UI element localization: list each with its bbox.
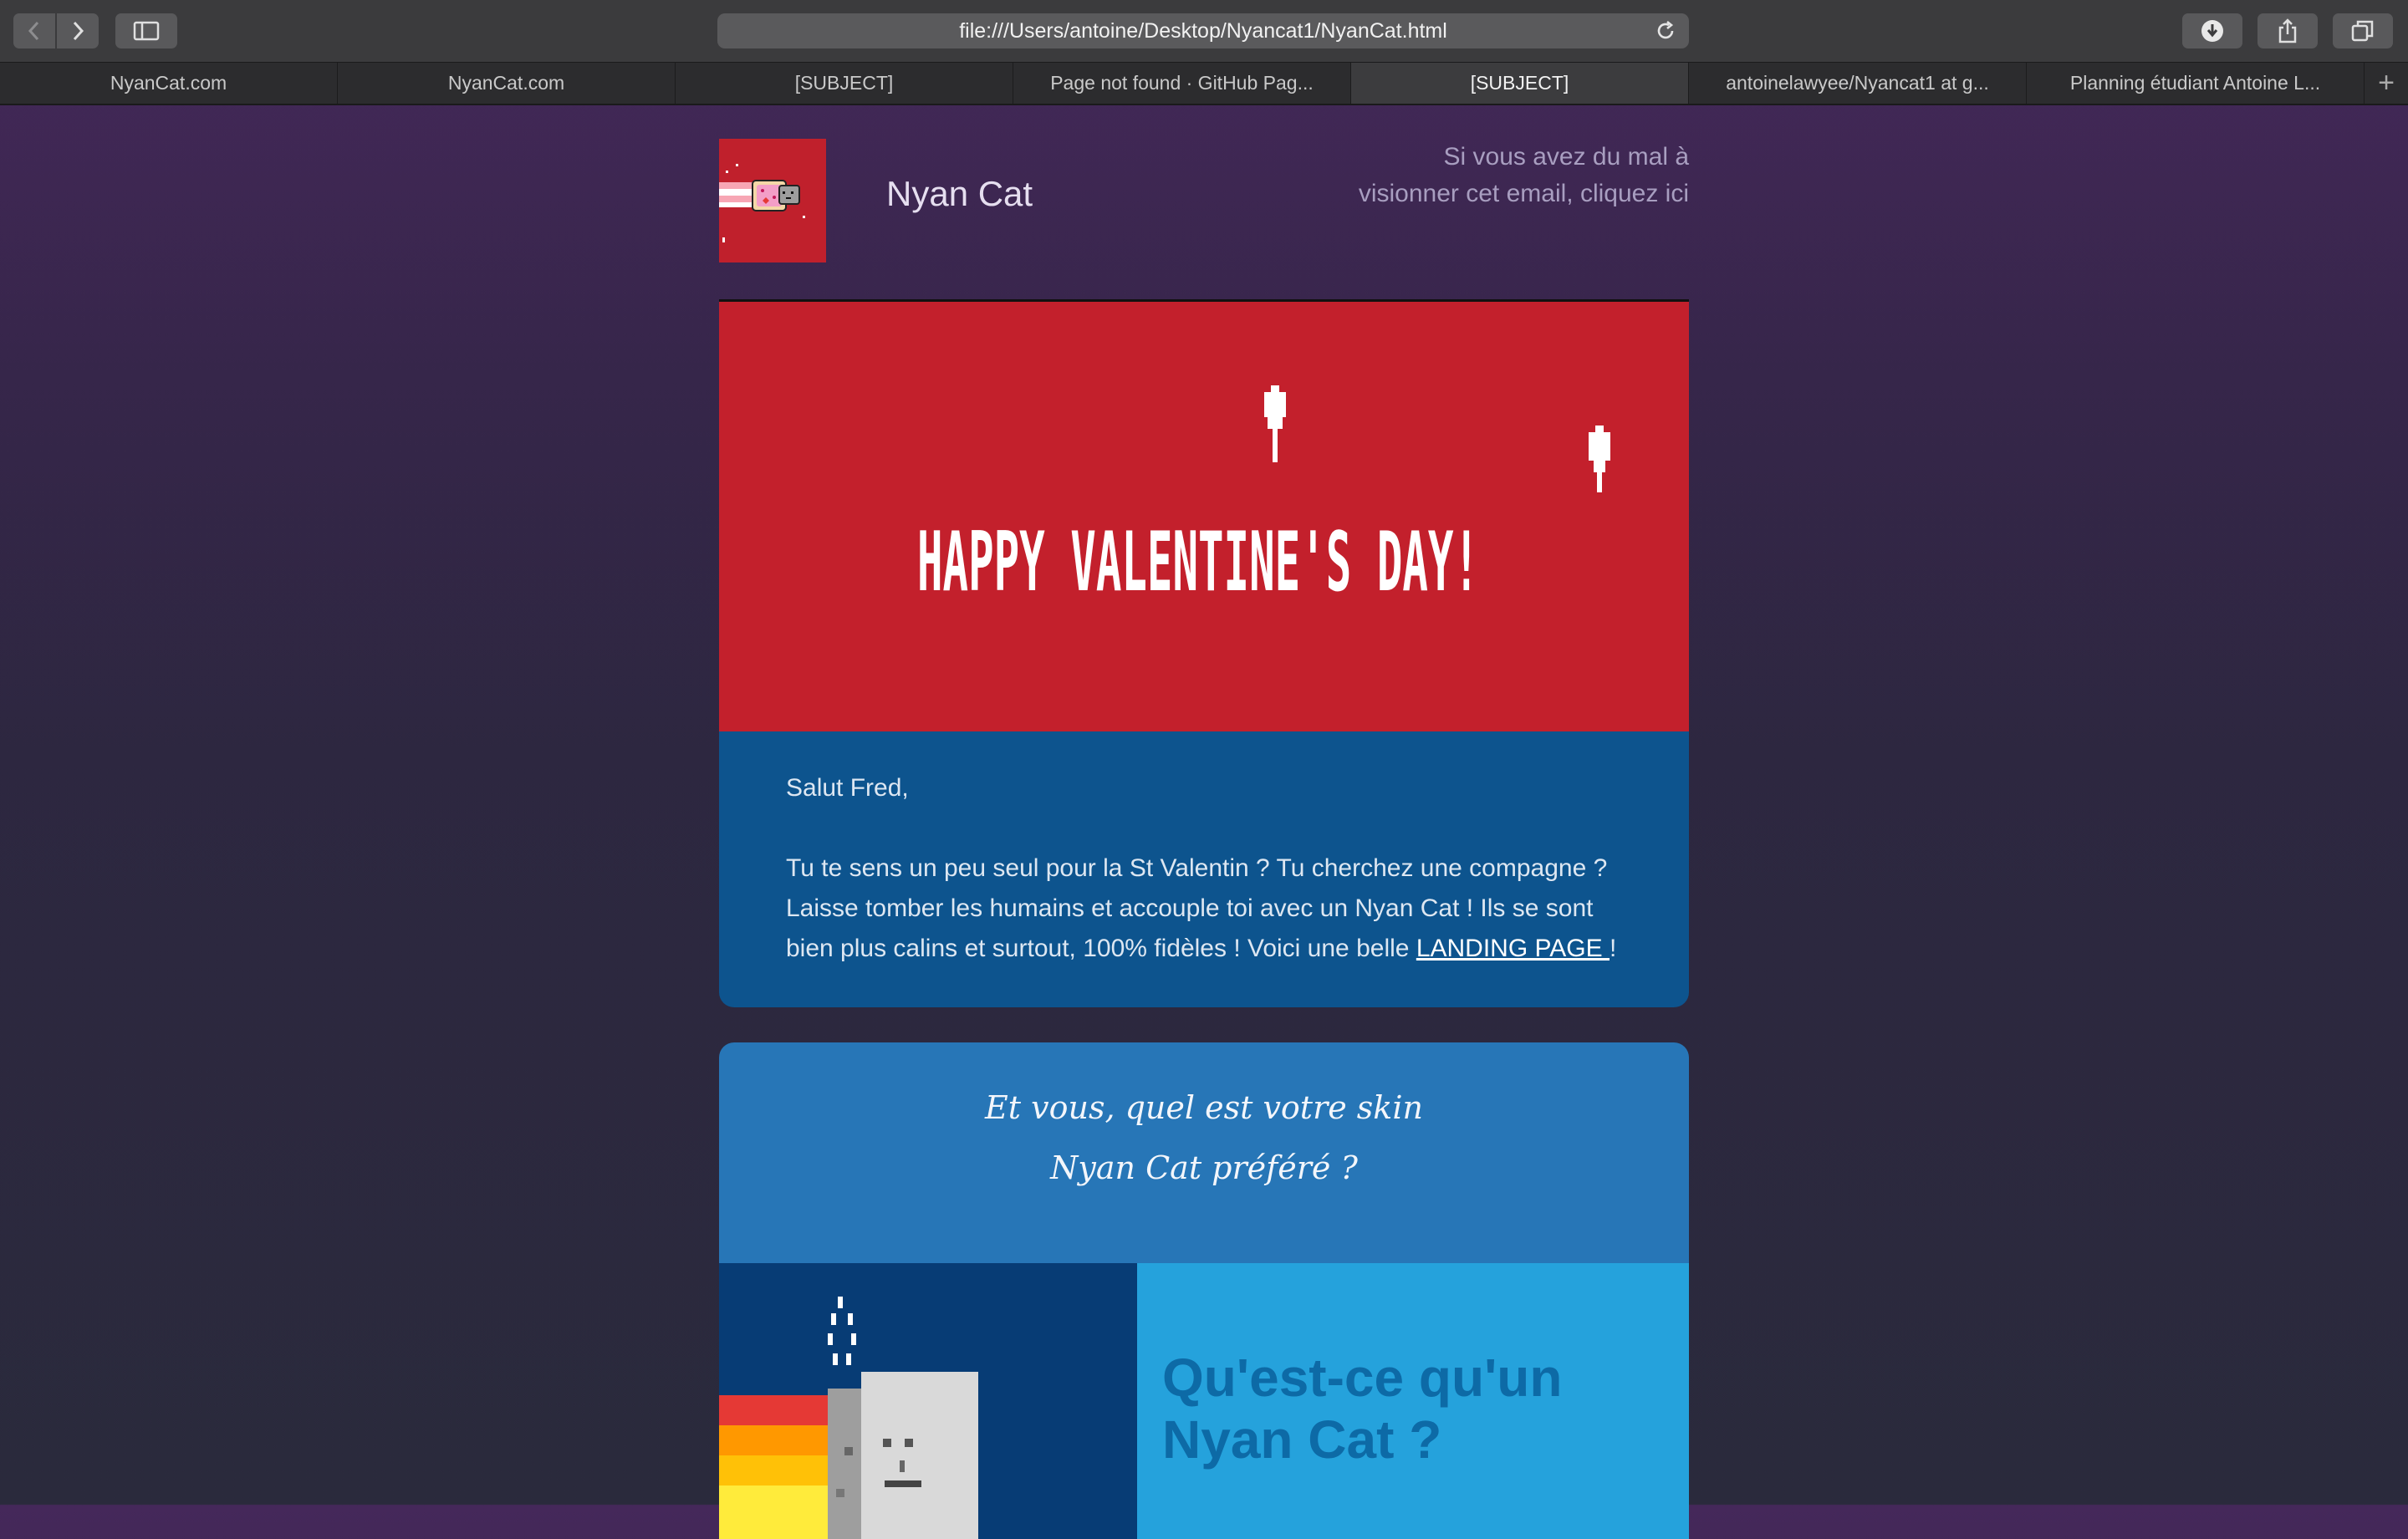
tab-label: NyanCat.com — [447, 72, 565, 94]
valentine-banner-image: HAPPY VALENTINE'S DAY! — [917, 385, 1610, 609]
browser-toolbar: file:///Users/antoine/Desktop/Nyancat1/N… — [0, 0, 2408, 62]
tab[interactable]: antoinelawyee/Nyancat1 at g... — [1689, 63, 2027, 104]
email-container: Nyan Cat Si vous avez du mal à visionner… — [719, 105, 1689, 1539]
intro-paragraph: Tu te sens un peu seul pour la St Valent… — [786, 848, 1622, 969]
address-bar[interactable]: file:///Users/antoine/Desktop/Nyancat1/N… — [717, 13, 1689, 48]
intro-section: Salut Fred, Tu te sens un peu seul pour … — [719, 731, 1689, 1007]
tab-label: antoinelawyee/Nyancat1 at g... — [1726, 72, 1989, 94]
tab-bar: NyanCat.com NyanCat.com [SUBJECT] Page n… — [0, 62, 2408, 105]
view-in-browser-link[interactable]: Si vous avez du mal à visionner cet emai… — [1338, 139, 1689, 212]
forward-arrow-icon — [73, 21, 84, 41]
what-is-heading: Qu'est-ce qu'un Nyan Cat ? — [1162, 1348, 1563, 1470]
tab-label: Planning étudiant Antoine L... — [2069, 72, 2321, 94]
tab[interactable]: NyanCat.com — [0, 63, 338, 104]
tab-label: NyanCat.com — [110, 72, 227, 94]
landing-page-link[interactable]: LANDING PAGE — [1416, 935, 1610, 962]
plus-icon: + — [2378, 67, 2395, 99]
ghost-nyan-cat-image — [719, 1263, 1137, 1539]
ghost-nyan-cat-illustration — [719, 1297, 978, 1539]
skin-question-line-2: Nyan Cat préféré ? — [1050, 1149, 1358, 1186]
tabs-overview-icon — [2351, 20, 2374, 42]
back-button[interactable] — [13, 13, 55, 48]
tab[interactable]: [SUBJECT] — [676, 63, 1013, 104]
tab-overview-button[interactable] — [2333, 13, 2393, 48]
sidebar-icon — [133, 21, 160, 41]
heart-balloon-icon — [1589, 426, 1610, 492]
tab[interactable]: Planning étudiant Antoine L... — [2027, 63, 2365, 104]
what-is-text-panel: Qu'est-ce qu'un Nyan Cat ? — [1137, 1263, 1689, 1539]
tab-label: [SUBJECT] — [1470, 72, 1569, 94]
nyan-cat-logo-image — [719, 164, 805, 242]
intro-end: ! — [1609, 935, 1617, 962]
url-text: file:///Users/antoine/Desktop/Nyancat1/N… — [959, 18, 1447, 43]
tab[interactable]: Page not found · GitHub Pag... — [1013, 63, 1351, 104]
skin-question-section: Et vous, quel est votre skin Nyan Cat pr… — [719, 1042, 1689, 1263]
nyan-cat-logo — [719, 139, 826, 262]
tab-label: Page not found · GitHub Pag... — [1050, 72, 1314, 94]
forward-button[interactable] — [57, 13, 99, 48]
downloads-button[interactable] — [2182, 13, 2242, 48]
tab[interactable]: NyanCat.com — [338, 63, 676, 104]
sidebar-button[interactable] — [115, 13, 177, 48]
skin-question-line-1: Et vous, quel est votre skin — [985, 1089, 1423, 1126]
heart-balloon-icon — [1264, 385, 1286, 462]
greeting: Salut Fred, — [786, 774, 909, 802]
email-header: Nyan Cat Si vous avez du mal à visionner… — [719, 105, 1689, 299]
download-icon — [2201, 20, 2223, 42]
share-icon — [2278, 18, 2297, 43]
brand-name: Nyan Cat — [886, 174, 1033, 213]
what-is-section: Qu'est-ce qu'un Nyan Cat ? — [719, 1263, 1689, 1539]
hero-text: HAPPY VALENTINE'S DAY! — [917, 514, 1479, 609]
share-button[interactable] — [2258, 13, 2318, 48]
tab-label: [SUBJECT] — [794, 72, 894, 94]
new-tab-button[interactable]: + — [2365, 63, 2408, 104]
valentine-banner: HAPPY VALENTINE'S DAY! — [719, 302, 1689, 731]
reload-icon[interactable] — [1654, 19, 1677, 43]
tab-active[interactable]: [SUBJECT] — [1351, 63, 1689, 104]
back-arrow-icon — [28, 21, 39, 41]
